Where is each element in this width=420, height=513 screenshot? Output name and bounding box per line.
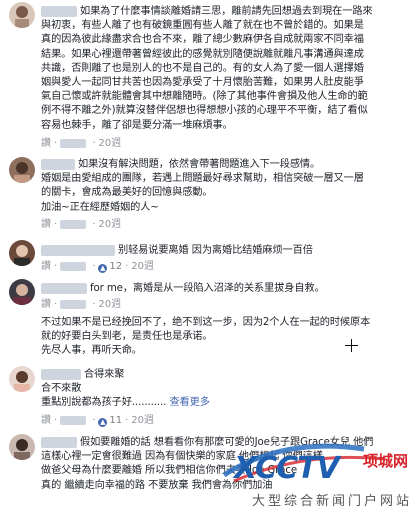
like-button[interactable]: 讚 <box>41 261 51 272</box>
like-count[interactable]: 11 <box>109 415 122 426</box>
avatar[interactable] <box>9 2 35 28</box>
commenter-name[interactable] <box>41 282 87 294</box>
commenter-name[interactable] <box>41 244 115 256</box>
site-watermark: XCCTV 项城网 大型综合新闻门户网站 <box>214 437 414 509</box>
comment-meta: 讚 · · 20週 <box>41 299 122 310</box>
watermark-tagline: 项城网 <box>362 452 408 470</box>
timestamp[interactable]: 20週 <box>131 415 154 426</box>
reply-button[interactable] <box>60 415 87 425</box>
comment-meta: 讚 · · ▲ 11 · 20週 <box>41 415 155 427</box>
like-button[interactable]: 讚 <box>41 138 51 149</box>
like-button[interactable]: 讚 <box>41 219 51 230</box>
move-cursor-icon <box>345 339 358 352</box>
avatar[interactable] <box>9 279 35 305</box>
commenter-name[interactable] <box>41 436 77 448</box>
comment-text: 别轻易说要离婚 因为离婚比结婚麻烦一百倍 <box>41 244 410 258</box>
comment-text: 如果為了什麼事情談離婚請三思，離前請先回想過去到現在一路來 與初衷，有些人離了也… <box>41 5 373 131</box>
like-count[interactable]: 12 <box>109 261 122 272</box>
timestamp[interactable]: 20週 <box>98 219 121 230</box>
comment-text: 不过如果不是已经挽回不了，绝不到这一步，因为2个人在一起的时候原本 就的好要白头… <box>41 317 371 357</box>
comment-text: for me，离婚是从一段陷入沼泽的关系里拔身自救。 <box>41 282 410 296</box>
commenter-name[interactable] <box>41 158 75 170</box>
watermark-subtitle: 大型综合新闻门户网站 <box>251 494 412 509</box>
comment-meta: 讚 · · 20週 <box>41 219 122 230</box>
timestamp[interactable]: 20週 <box>98 138 121 149</box>
timestamp[interactable]: 20週 <box>131 261 154 272</box>
see-more-link[interactable]: 查看更多 <box>169 397 209 408</box>
comment-meta: 讚 · · 20週 <box>41 138 122 149</box>
comment-text: 如果沒有解決問題，依然會帶著問題進入下一段感情。 婚姻是由愛組成的團隊，若遇上問… <box>41 158 364 213</box>
avatar[interactable] <box>9 240 35 266</box>
reply-button[interactable] <box>60 261 87 271</box>
like-button[interactable]: 讚 <box>41 415 51 426</box>
avatar[interactable] <box>9 366 35 392</box>
reply-button[interactable] <box>60 138 87 148</box>
commenter-name[interactable] <box>41 368 81 380</box>
timestamp[interactable]: 20週 <box>98 299 121 310</box>
watermark-logo: XCCTV <box>234 451 340 486</box>
like-icon: ▲ <box>98 264 108 273</box>
comment-text: 合得來聚 合不來散 重點別說都為孩子好........... 查看更多 <box>41 368 210 409</box>
commenter-name[interactable] <box>41 5 77 17</box>
reply-button[interactable] <box>60 219 87 229</box>
like-icon: ▲ <box>98 418 108 427</box>
avatar[interactable] <box>9 157 35 183</box>
avatar[interactable] <box>9 434 35 460</box>
comment-meta: 讚 · · ▲ 12 · 20週 <box>41 261 155 273</box>
like-button[interactable]: 讚 <box>41 299 51 310</box>
reply-button[interactable] <box>60 299 87 309</box>
